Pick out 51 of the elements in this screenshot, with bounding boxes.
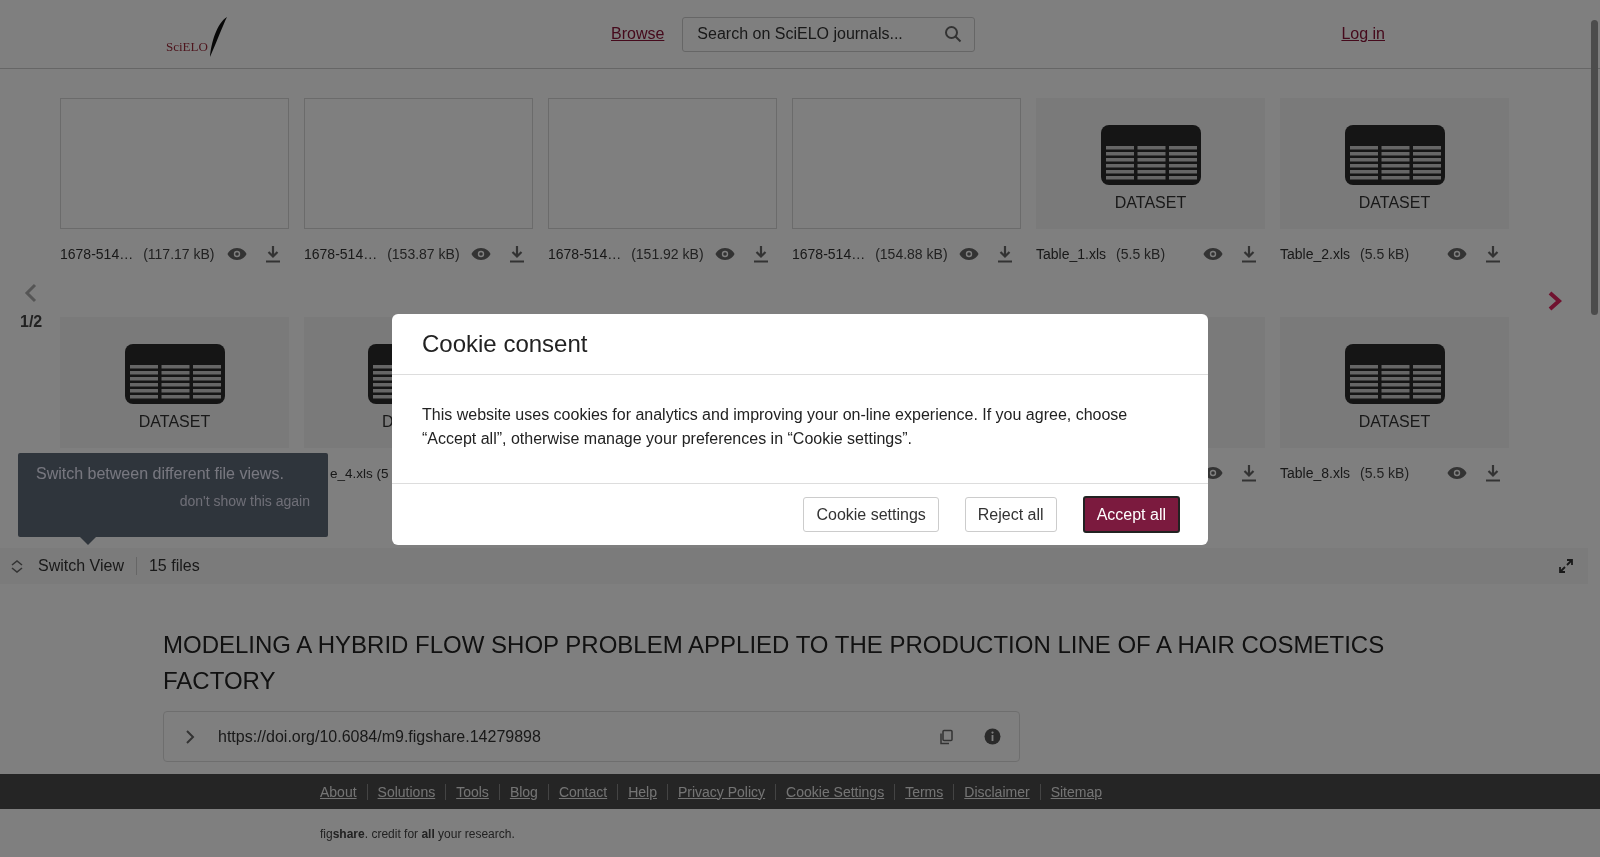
page-indicator: 1/2 [20,313,43,331]
file-size: (117.17 kB) [143,246,215,262]
footer-link[interactable]: Contact [547,783,618,800]
file-name: 1678-514… [304,246,378,262]
file-size: (5.5 kB) [1360,465,1410,481]
file-size: (153.87 kB) [387,246,460,262]
file-size: (151.92 kB) [631,246,704,262]
footer-link[interactable]: Privacy Policy [666,783,776,800]
consent-text: This website uses cookies for analytics and improving your on-line experience. If you agree, choose “Accept all”, otherwise manage your preferences in “Cookie settings”. [422,405,1129,449]
footer-link[interactable]: Tools [445,783,499,800]
file-preview[interactable]: DATASET [60,317,289,448]
doi-link[interactable]: https://doi.org/10.6084/m9.figshare.14279898 [218,727,938,746]
file-type-label: DATASET [1358,194,1431,212]
file-name: e_4.xls (5 [330,465,389,481]
footer-link[interactable]: Solutions [366,783,446,800]
file-count: 15 files [148,557,200,575]
file-name: 1678-514… [60,246,134,262]
consent-button[interactable]: Reject all [964,497,1057,532]
file-name: Table_8.xls [1280,465,1351,481]
file-preview[interactable]: DATASET [1280,98,1509,229]
file-size: (5.5 kB) [1360,246,1410,262]
file-name: Table_1.xls [1036,246,1107,262]
accept-button[interactable]: Accept all [1082,496,1180,533]
file-type-label: DATASET [138,413,211,431]
consent-button[interactable]: Cookie settings [803,497,939,532]
footer-link[interactable]: About [320,783,367,800]
search-field[interactable]: Search on SciELO journals... [682,16,976,52]
footer-link[interactable]: Sitemap [1039,783,1112,800]
file-name: Table_2.xls [1280,246,1351,262]
file-name: 1678-514… [792,246,866,262]
switch-view-button[interactable]: Switch View [38,557,137,575]
file-preview[interactable]: DATASET [1036,98,1265,229]
browse-link[interactable]: Browse [611,25,665,43]
file-preview[interactable]: DATASET [1280,317,1509,448]
footer-link[interactable]: Disclaimer [953,783,1040,800]
logo-text: SciELO [166,39,208,55]
footer-link[interactable]: Cookie Settings [775,783,895,800]
file-type-label: DATASET [1114,194,1187,212]
footer-link[interactable]: Blog [498,783,548,800]
article-title: MODELING A HYBRID FLOW SHOP PROBLEM APPLIED TO THE PRODUCTION LINE OF A HAIR COSMETICS FACTORY [163,630,1386,696]
file-size: (154.88 kB) [875,246,948,262]
tagline: figshare. credit for all your research. [320,827,516,841]
dismiss-link[interactable]: don't show this again [179,493,310,509]
footer-link[interactable]: Help [617,783,667,800]
tooltip-text: Switch between different file views. [36,465,285,483]
file-name: 1678-514… [548,246,622,262]
login-link[interactable]: Log in [1341,25,1385,43]
file-size: (5.5 kB) [1116,246,1166,262]
file-type-label: DATASET [1358,413,1431,431]
modal-title: Cookie consent [422,330,588,358]
footer-link[interactable]: Terms [894,783,954,800]
